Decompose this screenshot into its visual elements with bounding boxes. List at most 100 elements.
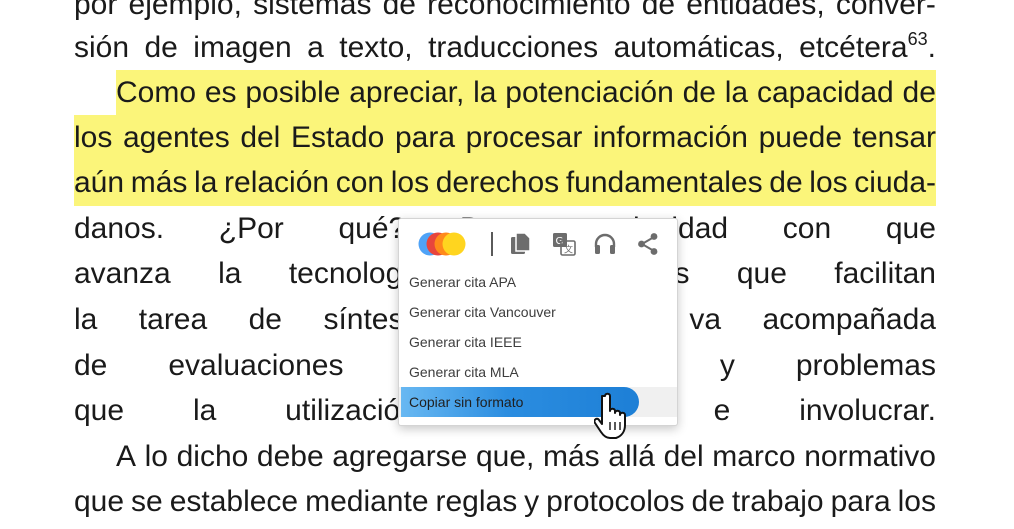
word: la: [724, 76, 749, 109]
menu-item-label: Generar cita MLA: [409, 364, 519, 380]
word: sión: [74, 31, 130, 64]
hand-pointer-icon: [594, 392, 626, 439]
word: evaluaciones: [168, 349, 344, 382]
menu-item-vancouver[interactable]: Generar cita Vancouver: [399, 297, 677, 327]
menu-item-mla[interactable]: Generar cita MLA: [399, 357, 677, 387]
word: sistemas: [253, 0, 372, 21]
word: Estado: [290, 121, 385, 154]
svg-text:文: 文: [564, 244, 573, 256]
translate-icon[interactable]: G 文: [551, 231, 577, 257]
word: a: [307, 31, 324, 64]
word: que,: [475, 440, 535, 473]
word: establece: [169, 485, 299, 518]
word: ejemplo,: [128, 0, 242, 21]
word: etcétera63.: [799, 29, 936, 64]
word: del: [240, 121, 281, 154]
footnote-ref[interactable]: 63: [908, 29, 928, 49]
word: de: [769, 166, 803, 199]
word: por: [74, 0, 118, 21]
word: con: [782, 212, 832, 245]
word: de: [74, 349, 108, 382]
highlighted-line: los agentes del Estado para procesar informaci…: [74, 115, 936, 161]
word: traducciones: [428, 31, 599, 64]
word: reconocimiento: [427, 0, 631, 21]
word: relación: [224, 166, 330, 199]
toolbar-divider: [491, 232, 493, 256]
word: marco: [712, 440, 796, 473]
copy-icon[interactable]: [508, 231, 534, 257]
word: la: [194, 166, 218, 199]
word: de: [382, 0, 416, 21]
popup-toolbar: G 文: [399, 219, 677, 267]
highlighted-line: Como es posible apreciar, la potenciación de la…: [116, 70, 936, 116]
word: que: [74, 485, 125, 518]
word: posible: [245, 76, 341, 109]
word: los: [897, 485, 936, 518]
word: y: [524, 485, 540, 518]
highlighted-line: aún más la relación con los derechos fundamenta…: [74, 160, 936, 206]
word: potenciación: [505, 76, 674, 109]
menu-item-label: Generar cita Vancouver: [409, 304, 556, 320]
text-line: que se establece mediante reglas y protocolos d…: [74, 479, 936, 525]
word: A: [116, 440, 137, 473]
word: agregarse: [332, 440, 468, 473]
word: de: [144, 31, 178, 64]
word: normativo: [804, 440, 936, 473]
word: entidades,: [686, 0, 825, 21]
word: apreciar,: [349, 76, 465, 109]
word: para: [830, 485, 891, 518]
word: va: [689, 303, 722, 336]
word: es: [204, 76, 237, 109]
word: trabajo: [731, 485, 824, 518]
word: imagen: [193, 31, 292, 64]
word: se: [131, 485, 163, 518]
menu-item-label: Generar cita IEEE: [409, 334, 522, 350]
text-line: por ejemplo, sistemas de reconocimiento de ent…: [74, 0, 936, 28]
word: e: [713, 394, 731, 427]
menu-item-copy-plain[interactable]: Copiar sin formato: [399, 387, 677, 417]
word: qué?: [338, 212, 406, 245]
word: avanza: [74, 257, 171, 290]
word: protocolos: [546, 485, 685, 518]
share-icon[interactable]: [635, 231, 661, 257]
word: conver-: [835, 0, 936, 21]
word: involucrar.: [799, 394, 936, 427]
word: ciuda-: [854, 166, 936, 199]
word: acompañada: [762, 303, 936, 336]
word: dicho: [176, 440, 249, 473]
word: automáticas,: [613, 31, 784, 64]
word: los: [74, 121, 113, 154]
word: capacidad: [756, 76, 894, 109]
word: texto,: [339, 31, 413, 64]
menu-item-label: Copiar sin formato: [409, 394, 524, 410]
word: de: [641, 0, 676, 21]
text-line: Alo dicho debe agregarse que, más allá del marco…: [116, 434, 936, 480]
word: derechos: [435, 166, 560, 199]
word: puede: [758, 121, 843, 154]
colors-icon[interactable]: [417, 231, 469, 257]
word: lo: [144, 440, 168, 473]
word: para: [394, 121, 455, 154]
word: la: [473, 76, 497, 109]
word: información: [592, 121, 748, 154]
citation-menu: Generar cita APA Generar cita Vancouver …: [399, 267, 677, 417]
word: del: [663, 440, 704, 473]
word: más: [130, 166, 188, 199]
menu-item-label: Generar cita APA: [409, 274, 517, 290]
word: reglas: [435, 485, 518, 518]
word: de: [682, 76, 716, 109]
word: la: [218, 257, 242, 290]
word: de: [248, 303, 282, 336]
word: debe: [256, 440, 324, 473]
menu-item-apa[interactable]: Generar cita APA: [399, 267, 677, 297]
word: más: [542, 440, 600, 473]
headphones-icon[interactable]: [592, 231, 618, 257]
word: que: [736, 257, 787, 290]
word: que: [885, 212, 936, 245]
word: la: [192, 394, 217, 427]
word: Como: [116, 76, 197, 109]
word: agentes: [122, 121, 230, 154]
word: y: [719, 349, 735, 382]
menu-item-ieee[interactable]: Generar cita IEEE: [399, 327, 677, 357]
word: la: [74, 303, 98, 336]
